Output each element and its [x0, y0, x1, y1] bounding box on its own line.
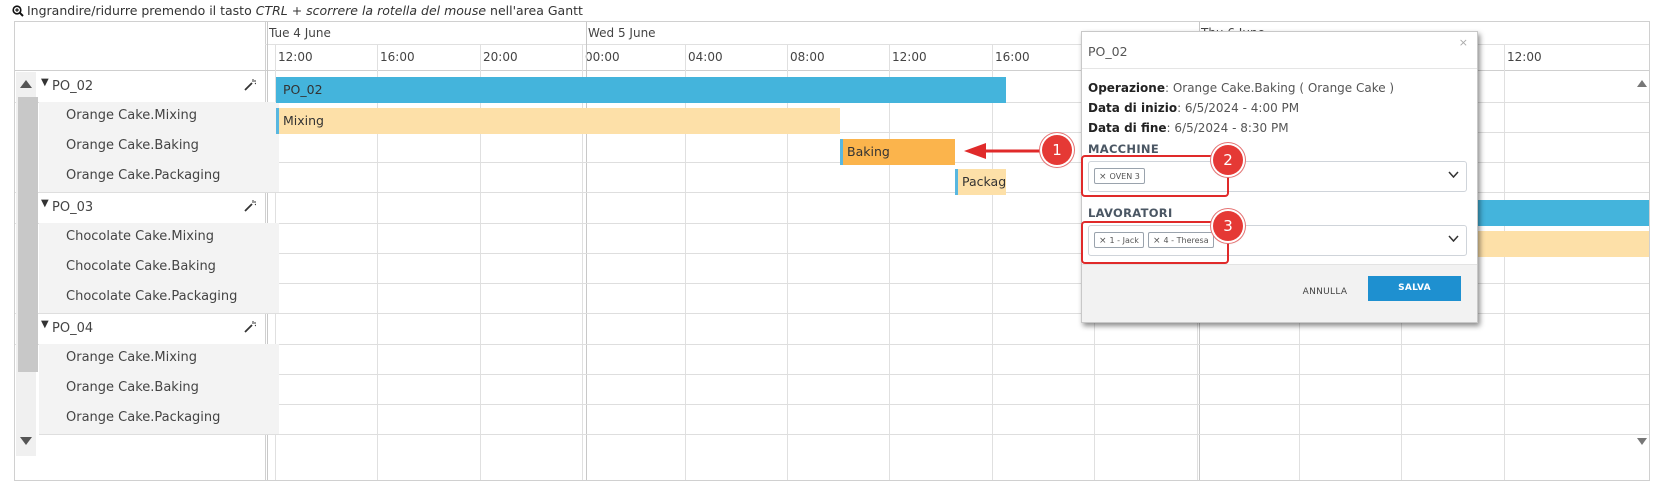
save-button[interactable]: SALVA: [1368, 276, 1461, 301]
row-label: Orange Cake.Packaging: [66, 410, 221, 425]
highlight-workers: [1081, 221, 1229, 264]
annotation-badge-1: 1: [1042, 135, 1072, 165]
arrow-annotation: [964, 143, 1048, 159]
row-label: Chocolate Cake.Packaging: [66, 289, 238, 304]
gantt-bar-po02[interactable]: PO_02: [276, 77, 1006, 103]
hour-header: 08:00: [790, 50, 825, 64]
scroll-right-up-icon[interactable]: [1637, 80, 1647, 87]
workers-label: LAVORATORI: [1088, 206, 1173, 220]
close-icon[interactable]: ×: [1459, 36, 1468, 49]
expand-triangle-icon[interactable]: ▼: [41, 319, 49, 330]
zoom-icon: [12, 5, 24, 17]
zoom-hint: Ingrandire/ridurre premendo il tasto CTR…: [12, 3, 583, 18]
expand-triangle-icon[interactable]: ▼: [41, 198, 49, 209]
gantt-bar-baking[interactable]: Baking: [840, 139, 955, 165]
hour-header: 04:00: [688, 50, 723, 64]
hour-header: 20:00: [483, 50, 518, 64]
row-label: Orange Cake.Mixing: [66, 108, 198, 123]
machines-label: MACCHINE: [1088, 142, 1160, 156]
annotation-badge-3: 3: [1213, 211, 1243, 241]
row-label: PO_02: [52, 79, 94, 94]
expand-triangle-icon[interactable]: ▼: [41, 77, 49, 88]
row-label: PO_03: [52, 200, 94, 215]
gantt-bar-packaging[interactable]: Packag: [955, 169, 1006, 195]
magic-wand-icon[interactable]: [244, 200, 256, 212]
hour-header: 12:00: [1507, 50, 1542, 64]
row-label: Chocolate Cake.Mixing: [66, 229, 215, 244]
magic-wand-icon[interactable]: [244, 79, 256, 91]
operation-info: Operazione: Orange Cake.Baking ( Orange …: [1088, 81, 1395, 95]
hour-header: 12:00: [278, 50, 313, 64]
row-label: Orange Cake.Packaging: [66, 168, 221, 183]
popup-footer: ANNULLA SALVA: [1082, 264, 1477, 322]
row-label: PO_04: [52, 321, 94, 336]
day-header: Wed 5 June: [588, 26, 656, 40]
row-label: Orange Cake.Baking: [66, 380, 199, 395]
magic-wand-icon[interactable]: [244, 321, 256, 333]
row-label: Orange Cake.Baking: [66, 138, 199, 153]
start-date-info: Data di inizio: 6/5/2024 - 4:00 PM: [1088, 101, 1300, 115]
chevron-down-icon[interactable]: [1448, 235, 1459, 242]
chevron-down-icon[interactable]: [1448, 171, 1459, 178]
highlight-machines: [1081, 155, 1229, 197]
gantt-bar-mixing[interactable]: Mixing: [276, 108, 840, 134]
task-row[interactable]: Orange Cake.Baking: [15, 374, 1649, 404]
gantt-bar-po03-partial[interactable]: [1475, 200, 1649, 226]
task-row[interactable]: Orange Cake.Mixing: [15, 344, 1649, 374]
scroll-down-icon[interactable]: [20, 437, 32, 445]
cancel-button[interactable]: ANNULLA: [1295, 280, 1355, 304]
end-date-info: Data di fine: 6/5/2024 - 8:30 PM: [1088, 121, 1289, 135]
annotation-badge-2: 2: [1213, 145, 1243, 175]
hour-header: 16:00: [995, 50, 1030, 64]
popup-title: PO_02: [1088, 44, 1128, 59]
scroll-right-down-icon[interactable]: [1637, 438, 1647, 445]
hour-header: 00:00: [585, 50, 620, 64]
row-label: Orange Cake.Mixing: [66, 350, 198, 365]
hour-header: 12:00: [892, 50, 927, 64]
scroll-up-icon[interactable]: [20, 80, 32, 88]
scrollbar-thumb[interactable]: [18, 97, 38, 372]
task-row[interactable]: Orange Cake.Packaging: [15, 404, 1649, 434]
day-header: Tue 4 June: [269, 26, 331, 40]
hour-header: 16:00: [380, 50, 415, 64]
row-label: Chocolate Cake.Baking: [66, 259, 216, 274]
gantt-bar-chocolate-mixing-partial[interactable]: [1475, 231, 1649, 257]
